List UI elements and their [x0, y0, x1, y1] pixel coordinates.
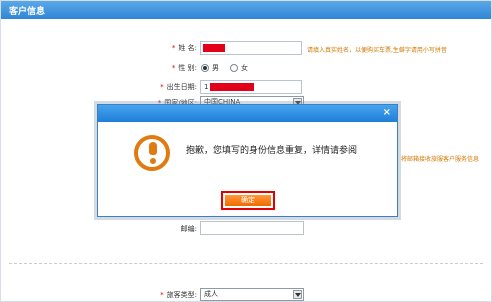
section-header: 客户信息 [1, 1, 491, 19]
dialog-header: × [98, 105, 397, 122]
dialog-message: 抱歉，您填写的身份信息重复，详情请参阅 [186, 146, 358, 156]
gender-label: * 性 别: [171, 64, 197, 72]
passenger-type-value: 成人 [204, 290, 218, 298]
redacted-birthdate [210, 83, 254, 91]
email-input[interactable] [200, 221, 304, 235]
close-icon[interactable]: × [383, 107, 391, 118]
name-hint: 请填入真实姓名，以便购买车票,生僻字请用小写拼音 [307, 47, 447, 54]
passenger-type-row: * 旅客类型: [131, 289, 197, 302]
section-title: 客户信息 [9, 7, 46, 17]
warning-icon [134, 135, 170, 171]
section-divider [9, 263, 483, 264]
gender-row: * 性 别: [131, 62, 197, 76]
passenger-type-select[interactable]: 成人 [200, 288, 304, 301]
birthdate-value: 1 [204, 83, 209, 91]
ok-button[interactable]: 确定 [225, 195, 271, 206]
redacted-name [203, 44, 225, 52]
ok-button-highlight: 确定 [221, 191, 275, 210]
chevron-down-icon [293, 290, 302, 299]
birthdate-input[interactable]: 1 [200, 80, 302, 94]
email-label: 邮编: [180, 225, 197, 233]
email-row: 邮编: [131, 223, 197, 237]
birthdate-label: * 出生日期: [160, 83, 197, 91]
gender-female-label: 女 [241, 64, 248, 72]
gender-male-label: 男 [212, 64, 219, 72]
name-row: * 姓 名: [131, 42, 197, 56]
error-dialog: × 抱歉，您填写的身份信息重复，详情请参阅 确定 [97, 104, 398, 217]
name-label: * 姓 名: [171, 44, 197, 52]
name-input[interactable] [200, 41, 302, 55]
passenger-type-label: * 旅客类型: [160, 291, 197, 299]
gender-female-radio[interactable] [230, 64, 238, 72]
birthdate-row: * 出生日期: [131, 81, 197, 95]
gender-male-radio[interactable] [201, 64, 209, 72]
email-hint: 将邮箱接收旅服客户服务信息 [401, 156, 480, 163]
